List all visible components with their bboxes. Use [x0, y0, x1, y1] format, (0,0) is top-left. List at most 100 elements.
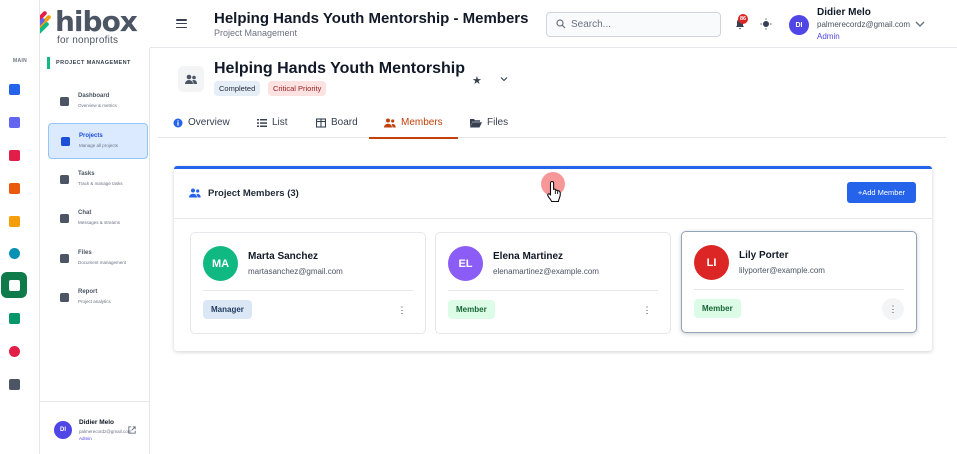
sidebar-item-description: Track & manage tasks [78, 181, 123, 186]
globe-icon [8, 247, 20, 259]
chevron-down-icon[interactable] [915, 20, 925, 28]
star-icon[interactable]: ★ [472, 74, 482, 87]
sidebar-item-description: Manage all projects [79, 143, 119, 148]
project-users-icon [178, 66, 204, 92]
sidebar-item-tasks[interactable]: Tasks Track & manage tasks [48, 162, 148, 198]
avatar: MA [203, 246, 238, 281]
report-icon [60, 293, 69, 302]
sidebar-user-role: Admin [79, 436, 92, 441]
rail-section-label: MAIN [13, 58, 27, 64]
divider [203, 290, 413, 291]
tab-label: Overview [188, 117, 230, 128]
rail-button-handshake[interactable] [1, 142, 27, 168]
sidebar-item-chat[interactable]: Chat Messages & streams [48, 201, 148, 237]
tab-files[interactable]: Files [470, 108, 508, 137]
header-user-email: palmerecordz@gmail.com [817, 20, 911, 29]
dashboard-icon [60, 97, 69, 106]
rail-button-book[interactable] [1, 175, 27, 201]
tab-members[interactable]: Members [369, 108, 458, 139]
sidebar-item-report[interactable]: Report Project analytics [48, 280, 148, 316]
home-icon [8, 83, 20, 95]
top-header: Helping Hands Youth Mentorship - Members… [150, 0, 957, 48]
tab-board[interactable]: Board [316, 108, 358, 137]
priority-badge: Critical Priority [268, 81, 327, 96]
chevron-down-icon[interactable] [500, 76, 508, 82]
member-email: elenamartinez@example.com [493, 267, 599, 276]
external-link-icon[interactable] [128, 426, 136, 436]
sidebar-item-label: Files [78, 250, 92, 256]
rail-button-org-chart[interactable] [1, 109, 27, 135]
member-name: Marta Sanchez [248, 251, 319, 262]
avatar: LI [694, 245, 729, 280]
member-email: lilyporter@example.com [739, 266, 825, 275]
sun-icon[interactable] [760, 18, 772, 30]
users-icon [8, 312, 20, 324]
rail-button-gear[interactable] [1, 371, 27, 397]
sidebar-item-description: Document management [78, 260, 127, 265]
handshake-icon [8, 149, 20, 161]
sidebar-item-label: Dashboard [78, 93, 110, 99]
folder-icon [60, 254, 69, 263]
role-badge: Member [448, 300, 495, 319]
more-options-icon[interactable]: ⋮ [636, 299, 658, 321]
tab-list[interactable]: List [257, 108, 288, 137]
sidebar-item-label: Tasks [78, 171, 95, 177]
chat-icon [60, 214, 69, 223]
avatar[interactable]: DI [789, 15, 809, 35]
avatar: EL [448, 246, 483, 281]
sidebar-item-dashboard[interactable]: Dashboard Overview & metrics [48, 84, 148, 120]
projects-icon [8, 279, 20, 291]
rail-button-graduation-cap[interactable] [1, 208, 27, 234]
hand-pointer-icon [547, 180, 561, 202]
rail-button-globe[interactable] [1, 240, 27, 266]
page-title: Helping Hands Youth Mentorship - Members [214, 10, 529, 27]
divider [694, 289, 904, 290]
rail-button-users[interactable] [1, 305, 27, 331]
sidebar-item-files[interactable]: Files Document management [48, 241, 148, 277]
member-card[interactable]: MA Marta Sanchez martasanchez@gmail.com Man… [190, 232, 426, 334]
avatar[interactable]: DI [54, 421, 72, 439]
graduation-cap-icon [8, 215, 20, 227]
project-name: Helping Hands Youth Mentorship [214, 60, 465, 77]
icon-rail: MAIN [0, 0, 40, 454]
role-badge: Manager [203, 300, 252, 319]
sidebar-section-title: PROJECT MANAGEMENT [47, 57, 131, 69]
rail-button-projects[interactable] [1, 272, 27, 298]
org-chart-icon [8, 116, 20, 128]
projects-icon [61, 137, 70, 146]
gear-icon [8, 378, 20, 390]
info-icon [173, 118, 183, 127]
folder-open-icon [470, 118, 482, 127]
sidebar-item-label: Report [78, 289, 98, 295]
tab-overview[interactable]: Overview [173, 108, 230, 137]
notification-badge: 86 [738, 14, 748, 24]
member-card[interactable]: EL Elena Martinez elenamartinez@example.co… [435, 232, 671, 334]
more-options-icon[interactable]: ⋮ [391, 299, 413, 321]
member-email: martasanchez@gmail.com [248, 267, 343, 276]
board-icon [316, 117, 326, 128]
rail-button-home[interactable] [1, 76, 27, 102]
search-icon [556, 19, 566, 29]
role-badge: Member [694, 299, 741, 318]
sidebar-item-description: Project analytics [78, 299, 111, 304]
tab-label: Members [401, 117, 443, 128]
member-name: Elena Martinez [493, 251, 564, 262]
divider [448, 290, 658, 291]
tab-label: Board [331, 117, 358, 128]
add-member-button[interactable]: +Add Member [847, 182, 916, 203]
hamburger-menu-icon[interactable] [176, 19, 187, 29]
status-badge: Completed [214, 81, 261, 96]
sidebar-item-label: Projects [79, 133, 103, 139]
users-icon [189, 188, 201, 198]
member-name: Lily Porter [739, 250, 789, 261]
book-icon [8, 182, 20, 194]
member-card[interactable]: LI Lily Porter lilyporter@example.com Membe… [681, 231, 917, 333]
chart-pie-icon [8, 345, 20, 357]
search-input[interactable] [546, 12, 721, 37]
header-user-role: Admin [817, 32, 840, 41]
tab-label: List [272, 117, 288, 128]
more-options-icon[interactable]: ⋮ [882, 298, 904, 320]
sidebar-item-projects[interactable]: Projects Manage all projects [48, 123, 148, 159]
rail-button-chart-pie[interactable] [1, 338, 27, 364]
header-user-name[interactable]: Didier Melo [817, 7, 871, 18]
